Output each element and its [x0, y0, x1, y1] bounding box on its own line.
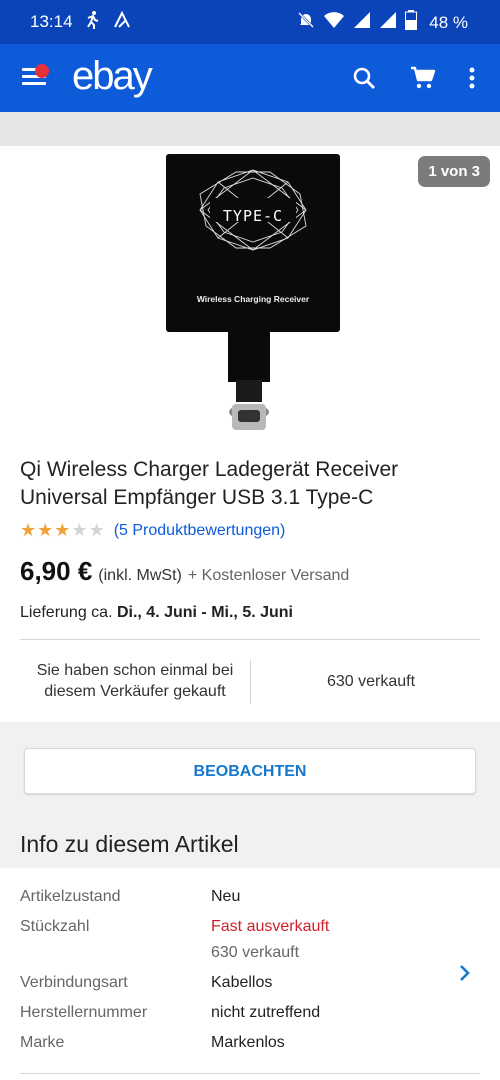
info-key: Verbindungsart [20, 974, 128, 991]
image-text-sub: Wireless Charging Receiver [196, 294, 310, 304]
star-rating: ★★★★★ [20, 520, 106, 541]
vat-note: (inkl. MwSt) [98, 567, 182, 584]
mute-notifications-icon [297, 11, 315, 34]
info-key: Marke [20, 1034, 65, 1051]
ebay-logo[interactable]: ebay [72, 54, 153, 99]
signal-2-icon [379, 11, 397, 34]
divider [20, 639, 480, 640]
wifi-icon [323, 11, 345, 34]
info-value-alert: Fast ausverkauft [211, 918, 330, 935]
top-spacer [0, 112, 500, 146]
chevron-right-icon[interactable] [458, 964, 472, 987]
notification-dot [35, 64, 49, 78]
app-bar: ebay [0, 44, 500, 112]
rating: ★★★★★ (5 Produktbewertungen) [20, 520, 285, 541]
price: 6,90 € [20, 556, 93, 586]
item-info-panel[interactable]: Artikelzustand Neu Stückzahl Fast ausver… [0, 868, 500, 1080]
search-icon[interactable] [352, 66, 376, 95]
image-pager-badge: 1 von 3 [418, 156, 490, 187]
star-icon: ★ [37, 520, 55, 540]
shipping-note: + Kostenloser Versand [187, 567, 350, 584]
watch-button[interactable]: BEOBACHTEN [24, 748, 476, 794]
delivery-estimate: Lieferung ca. Di., 4. Juni - Mi., 5. Jun… [20, 604, 293, 622]
delivery-label: Lieferung ca. [20, 604, 113, 621]
delivery-dates: Di., 4. Juni - Mi., 5. Juni [116, 604, 293, 621]
product-title: Qi Wireless Charger Ladegerät Receiver U… [20, 458, 399, 509]
price-row: 6,90 € (inkl. MwSt) + Kostenloser Versan… [20, 556, 349, 587]
alert-triangle-icon [112, 10, 132, 35]
star-icon: ★ [71, 520, 89, 540]
status-bar: 13:14 48 % [0, 0, 500, 44]
star-icon: ★ [20, 520, 38, 540]
info-key: Herstellernummer [20, 1004, 148, 1021]
sold-count: 630 verkauft [326, 673, 416, 690]
battery-percent: 48 % [429, 12, 468, 32]
info-value: Kabellos [211, 974, 273, 991]
seller-note: Sie haben schon einmal bei diesem Verkäu… [36, 662, 234, 700]
info-value: Neu [211, 888, 241, 905]
info-key: Stückzahl [20, 918, 90, 935]
status-time: 13:14 [30, 12, 73, 31]
battery-icon [405, 10, 418, 35]
info-value: nicht zutreffend [211, 1004, 321, 1021]
divider [20, 1073, 480, 1074]
more-options-icon[interactable] [468, 66, 476, 95]
info-section-title: Info zu diesem Artikel [20, 831, 239, 857]
activity-icon [82, 10, 102, 35]
info-value: Markenlos [211, 1034, 285, 1051]
star-icon: ★ [88, 520, 106, 540]
product-card: TYPE-C Wireless Charging Receiver 1 von … [0, 146, 500, 722]
signal-icon [353, 11, 371, 34]
product-image[interactable]: TYPE-C Wireless Charging Receiver [166, 154, 340, 438]
cart-icon[interactable] [410, 66, 436, 95]
reviews-link[interactable]: (5 Produktbewertungen) [114, 522, 286, 540]
info-key: Artikelzustand [20, 888, 121, 905]
star-icon: ★ [54, 520, 72, 540]
info-value-sub: 630 verkauft [211, 944, 300, 961]
image-text-main: TYPE-C [222, 207, 284, 225]
